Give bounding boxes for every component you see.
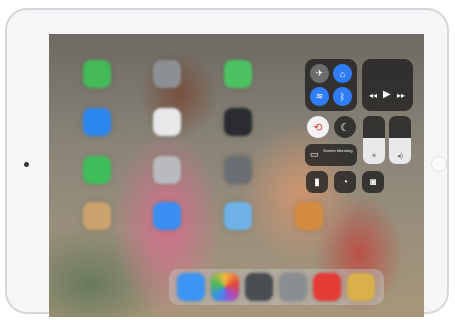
screen-mirroring-button[interactable]: ▭ Screen Mirroring [305, 144, 357, 166]
timer-icon: ◔ [341, 176, 349, 188]
app-icon [83, 156, 111, 184]
brightness-slider[interactable]: ☀ [363, 116, 385, 164]
brightness-slider-fill [363, 137, 385, 164]
home-screen-wallpaper: ✈ ⌂ ≋ ᛒ ◂◂ ▶ ▸▸ ⟲ ☾ ☀ ◂) ▭ Screen Mirror… [49, 34, 424, 317]
ipad-device: ✈ ⌂ ≋ ᛒ ◂◂ ▶ ▸▸ ⟲ ☾ ☀ ◂) ▭ Screen Mirror… [5, 8, 449, 317]
orientation-lock-button[interactable]: ⟲ [307, 116, 329, 138]
brightness-icon: ☀ [370, 153, 378, 160]
app-icon [83, 108, 111, 136]
home-button[interactable] [431, 156, 447, 172]
connectivity-tile: ✈ ⌂ ≋ ᛒ [305, 59, 357, 111]
front-camera [24, 162, 29, 167]
airplane-mode-button[interactable]: ✈ [310, 64, 329, 83]
app-icon [224, 108, 252, 136]
volume-slider-fill [389, 137, 411, 164]
app-icon [224, 156, 252, 184]
screen-mirroring-label: Screen Mirroring [323, 148, 353, 153]
mail-app-icon [153, 202, 181, 230]
wifi-button[interactable]: ≋ [310, 87, 329, 106]
do-not-disturb-button[interactable]: ☾ [334, 116, 356, 138]
app-icon [153, 156, 181, 184]
airplane-icon: ✈ [315, 68, 324, 78]
app-icon [83, 202, 111, 230]
flashlight-button[interactable]: ▮ [306, 171, 328, 193]
next-track-icon[interactable]: ▸▸ [397, 91, 405, 100]
app-icon [153, 108, 181, 136]
app-icon [295, 202, 323, 230]
orientation-lock-icon: ⟲ [313, 121, 323, 134]
bluetooth-button[interactable]: ᛒ [333, 87, 352, 106]
previous-track-icon[interactable]: ◂◂ [369, 91, 377, 100]
app-icon [224, 202, 252, 230]
speaker-icon: ◂) [397, 153, 403, 160]
bluetooth-icon: ᛒ [339, 91, 346, 102]
app-icon [347, 273, 375, 301]
messages-app-icon [83, 60, 111, 88]
facetime-app-icon [224, 60, 252, 88]
cellular-button[interactable]: ⌂ [333, 64, 352, 83]
app-icon [153, 60, 181, 88]
timer-button[interactable]: ◔ [334, 171, 356, 193]
moon-icon: ☾ [340, 121, 350, 134]
photos-icon [211, 273, 239, 301]
media-tile: ◂◂ ▶ ▸▸ [362, 59, 413, 111]
volume-slider[interactable]: ◂) [389, 116, 411, 164]
youtube-icon [313, 273, 341, 301]
wifi-icon: ≋ [315, 91, 324, 101]
cellular-icon: ⌂ [339, 68, 346, 79]
screen-mirroring-icon: ▭ [310, 149, 319, 159]
camera-button[interactable]: ◙ [362, 171, 384, 193]
app-icon [245, 273, 273, 301]
safari-icon [177, 273, 205, 301]
dock [169, 269, 384, 305]
control-center: ✈ ⌂ ≋ ᛒ ◂◂ ▶ ▸▸ ⟲ ☾ ☀ ◂) ▭ Screen Mirror… [305, 59, 413, 197]
play-icon[interactable]: ▶ [383, 89, 391, 100]
flashlight-icon: ▮ [314, 176, 320, 188]
camera-icon: ◙ [369, 176, 377, 188]
settings-icon [279, 273, 307, 301]
